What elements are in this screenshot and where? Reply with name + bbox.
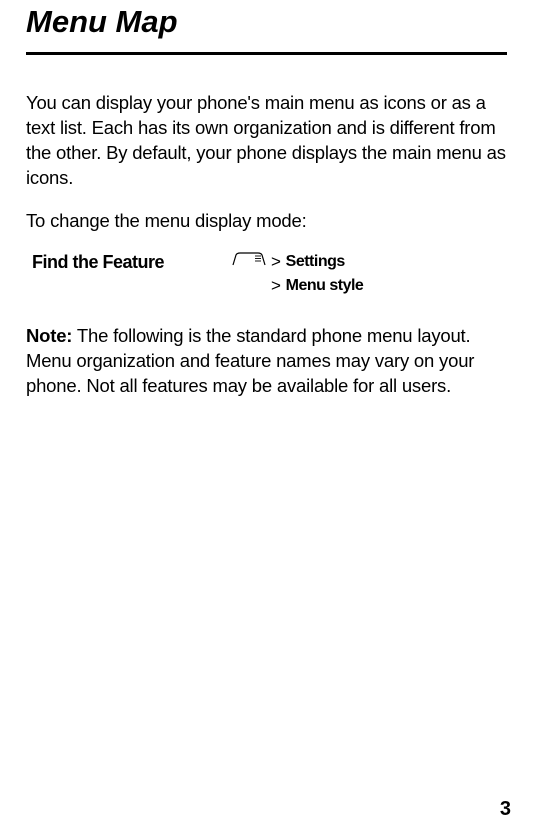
note-label: Note: (26, 325, 72, 346)
softkey-icon (232, 252, 266, 271)
path-separator-2: > (271, 276, 281, 296)
title-divider (26, 52, 507, 55)
path-line-2: > Menu style (232, 276, 363, 296)
note-text: The following is the standard phone menu… (26, 325, 474, 396)
find-feature-row: Find the Feature > Settings > Menu style (26, 252, 507, 296)
page-title: Menu Map (26, 0, 507, 52)
path-settings: Settings (286, 253, 345, 271)
path-menu-style: Menu style (286, 277, 364, 295)
change-mode-paragraph: To change the menu display mode: (26, 209, 507, 234)
path-separator-1: > (271, 252, 281, 272)
feature-path: > Settings > Menu style (232, 252, 363, 296)
note-paragraph: Note: The following is the standard phon… (26, 324, 507, 399)
intro-paragraph: You can display your phone's main menu a… (26, 91, 507, 191)
find-feature-label: Find the Feature (32, 252, 232, 273)
path-line-1: > Settings (232, 252, 363, 272)
page-number: 3 (500, 798, 511, 821)
